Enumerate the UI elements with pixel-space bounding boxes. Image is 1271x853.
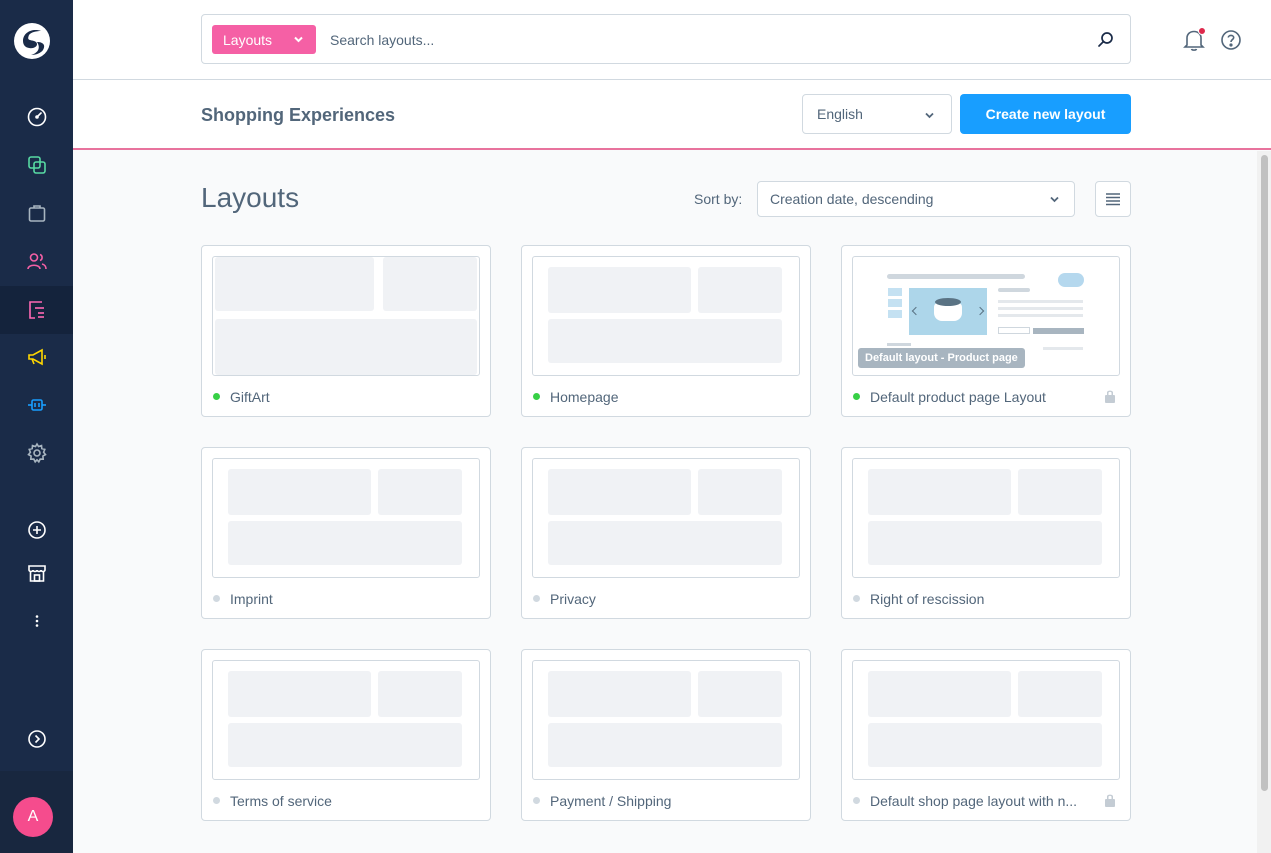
catalogue-icon (27, 156, 46, 174)
layout-preview (212, 660, 480, 780)
page-header: Shopping Experiences English Create new … (73, 80, 1271, 150)
lock-icon (1105, 794, 1115, 807)
users-icon (26, 253, 47, 270)
chevron-down-icon (1050, 196, 1059, 203)
layout-card[interactable]: GiftArt (201, 245, 491, 417)
status-active-dot (853, 393, 860, 400)
language-select[interactable]: English (802, 94, 952, 134)
nav-expand[interactable] (0, 715, 73, 763)
layouts-content: Layouts Sort by: Creation date, descendi… (73, 151, 1257, 853)
storefront-icon (27, 565, 46, 582)
product-page-preview: Default layout - Product page (852, 256, 1120, 376)
layout-card[interactable]: Privacy (521, 447, 811, 619)
gear-icon (26, 442, 47, 464)
product-image-placeholder (909, 288, 987, 335)
topbar: Layouts (73, 0, 1271, 80)
help-icon[interactable] (1220, 29, 1242, 51)
status-inactive-dot (533, 797, 540, 804)
status-inactive-dot (853, 797, 860, 804)
search-type-label: Layouts (223, 31, 273, 48)
global-search[interactable]: Layouts (201, 14, 1131, 64)
status-inactive-dot (533, 595, 540, 602)
megaphone-icon (27, 348, 46, 366)
search-icon[interactable] (1097, 31, 1114, 48)
layout-preview (212, 256, 480, 376)
chevron-right-circle-icon (27, 730, 46, 748)
chevron-down-icon (925, 112, 934, 119)
layout-name: Right of rescission (870, 591, 985, 607)
layout-preview (532, 458, 800, 578)
content-list-icon (28, 301, 44, 319)
layout-card[interactable]: Imprint (201, 447, 491, 619)
scrollbar-thumb[interactable] (1261, 155, 1268, 791)
layout-name: Homepage (550, 389, 619, 405)
sort-select[interactable]: Creation date, descending (757, 181, 1075, 217)
layout-preview (532, 660, 800, 780)
status-inactive-dot (213, 595, 220, 602)
sort-value: Creation date, descending (770, 191, 934, 207)
notification-badge (1198, 27, 1206, 35)
layout-name: Default shop page layout with n... (870, 793, 1078, 809)
plug-icon (27, 399, 46, 411)
layout-name: Payment / Shipping (550, 793, 672, 809)
page-title: Shopping Experiences (201, 105, 396, 125)
layout-preview (532, 256, 800, 376)
nav-sales-channel[interactable] (0, 549, 73, 597)
list-view-toggle[interactable] (1095, 181, 1131, 217)
language-value: English (817, 106, 863, 122)
content-scrollbar[interactable] (1257, 151, 1271, 853)
layout-name: GiftArt (230, 389, 270, 405)
nav-add[interactable] (0, 506, 73, 554)
layout-preview (212, 458, 480, 578)
nav-catalogues[interactable] (0, 141, 73, 189)
nav-dashboard[interactable] (0, 93, 73, 141)
nav-customers[interactable] (0, 237, 73, 285)
status-active-dot (213, 393, 220, 400)
status-inactive-dot (853, 595, 860, 602)
user-avatar[interactable]: A (13, 797, 53, 837)
layout-preview (852, 660, 1120, 780)
layout-card[interactable]: Payment / Shipping (521, 649, 811, 821)
nav-extensions[interactable] (0, 381, 73, 429)
shopware-logo-icon[interactable] (13, 22, 51, 60)
shopping-bag-icon (28, 205, 45, 222)
sidebar: A (0, 0, 73, 853)
layout-card[interactable]: Terms of service (201, 649, 491, 821)
speedometer-icon (27, 107, 46, 127)
layout-card[interactable]: Default shop page layout with n... (841, 649, 1131, 821)
layout-card[interactable]: Homepage (521, 245, 811, 417)
layout-name: Default product page Layout (870, 389, 1046, 405)
layout-name: Imprint (230, 591, 273, 607)
layout-card[interactable]: Right of rescission (841, 447, 1131, 619)
layout-name: Privacy (550, 591, 596, 607)
search-input[interactable] (330, 25, 1050, 54)
layout-name: Terms of service (230, 793, 332, 809)
nav-more[interactable] (0, 597, 73, 645)
status-active-dot (533, 393, 540, 400)
layout-card[interactable]: Default layout - Product page Default pr… (841, 245, 1131, 417)
more-vertical-icon (35, 615, 38, 627)
lock-icon (1105, 390, 1115, 403)
search-type-selector[interactable]: Layouts (212, 25, 316, 54)
layout-preview (852, 458, 1120, 578)
create-layout-button[interactable]: Create new layout (960, 94, 1131, 134)
nav-content[interactable] (0, 286, 73, 334)
nav-orders[interactable] (0, 189, 73, 237)
status-inactive-dot (213, 797, 220, 804)
nav-settings[interactable] (0, 429, 73, 477)
chevron-down-icon (294, 36, 303, 43)
sort-label: Sort by: (694, 191, 743, 207)
nav-marketing[interactable] (0, 333, 73, 381)
layouts-heading: Layouts (201, 182, 300, 213)
plus-circle-icon (27, 521, 46, 539)
list-view-icon (1106, 193, 1120, 206)
default-layout-badge: Default layout - Product page (858, 348, 1025, 368)
